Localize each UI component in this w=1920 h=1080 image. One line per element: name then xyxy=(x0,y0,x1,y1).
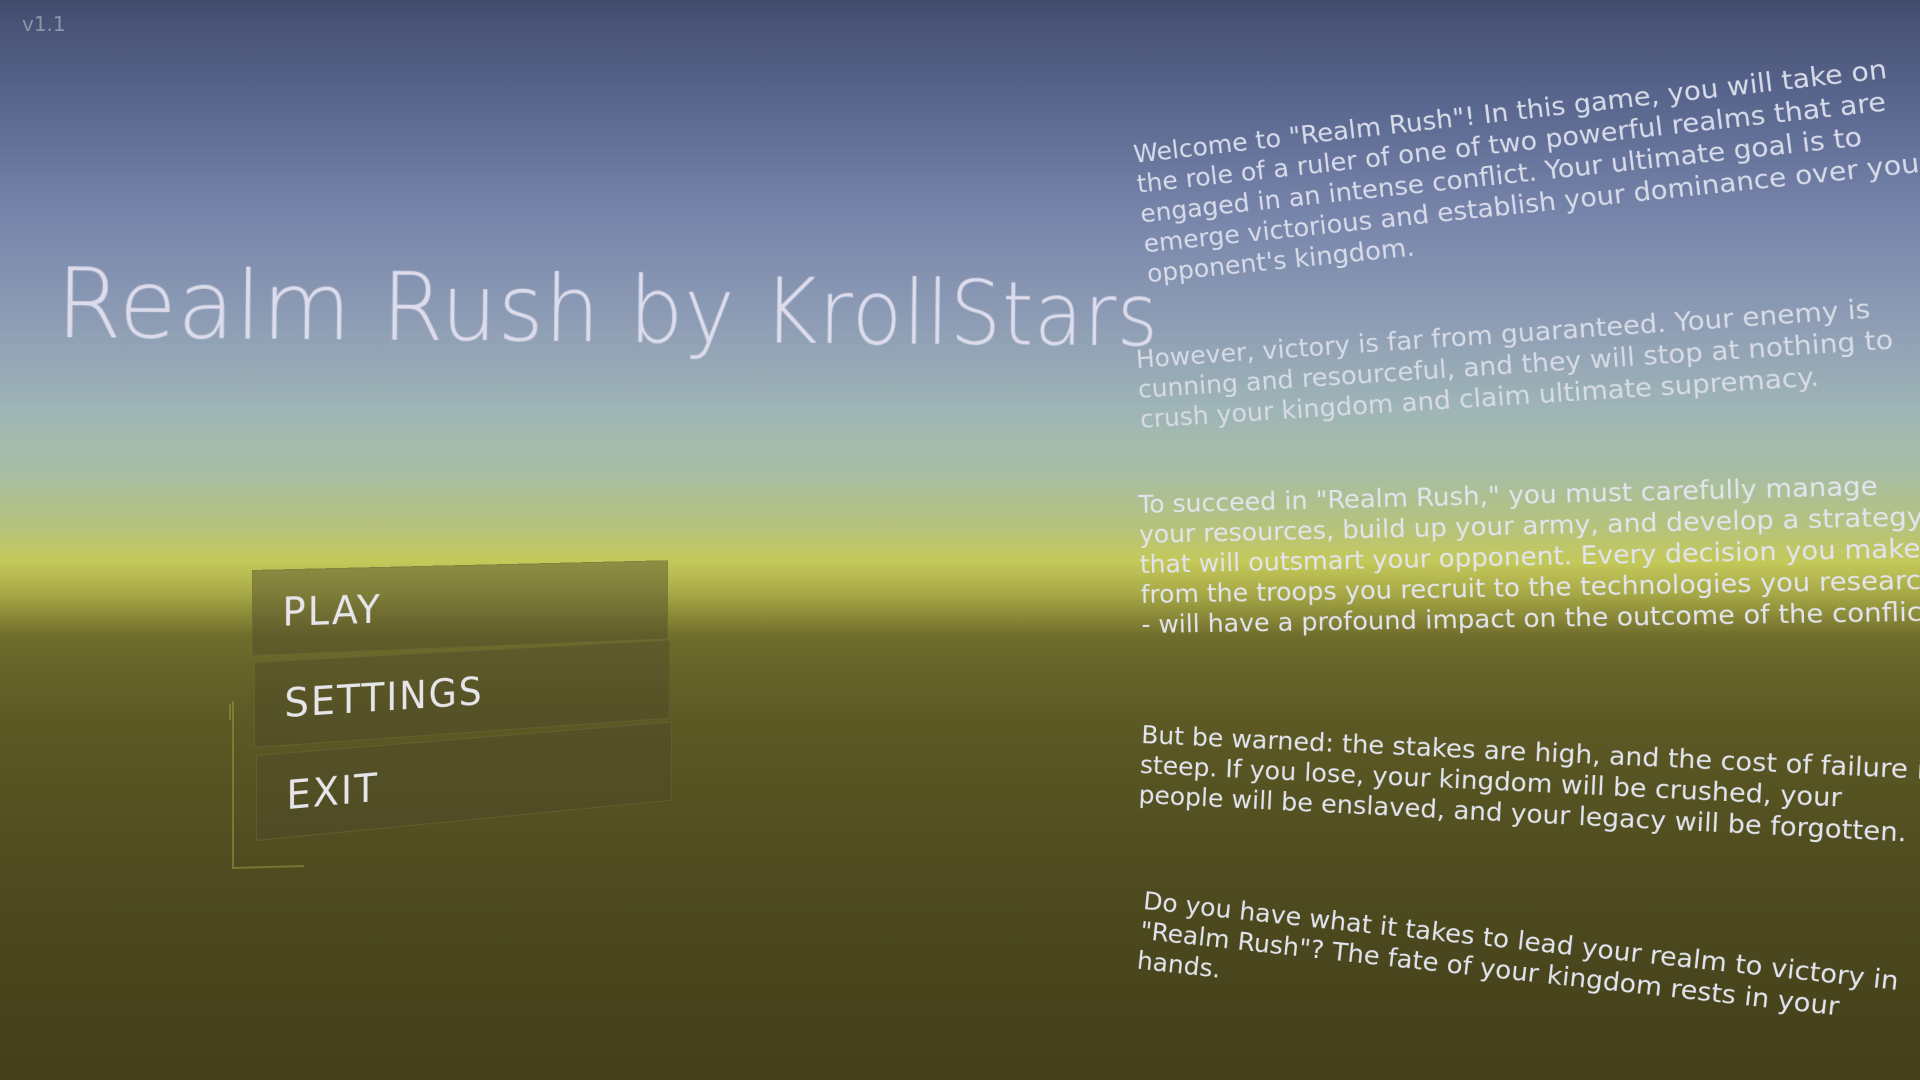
menu-frame-tick xyxy=(229,704,231,720)
game-title: Realm Rush by KrollStars xyxy=(55,248,1159,367)
description-paragraph-strategy: To succeed in "Realm Rush," you must car… xyxy=(1138,470,1920,639)
description-paragraph-welcome: Welcome to "Realm Rush"! In this game, y… xyxy=(1132,53,1920,289)
description-paragraph-warning: But be warned: the stakes are high, and … xyxy=(1138,720,1920,848)
description-paragraph-victory: However, victory is far from guaranteed.… xyxy=(1135,293,1895,434)
description-paragraph-question: Do you have what it takes to lead your r… xyxy=(1135,886,1901,1022)
play-button[interactable]: PLAY xyxy=(252,560,669,656)
version-label: v1.1 xyxy=(22,12,66,36)
main-menu-scene: v1.1 Realm Rush by KrollStars PLAY SETTI… xyxy=(0,0,1920,1080)
